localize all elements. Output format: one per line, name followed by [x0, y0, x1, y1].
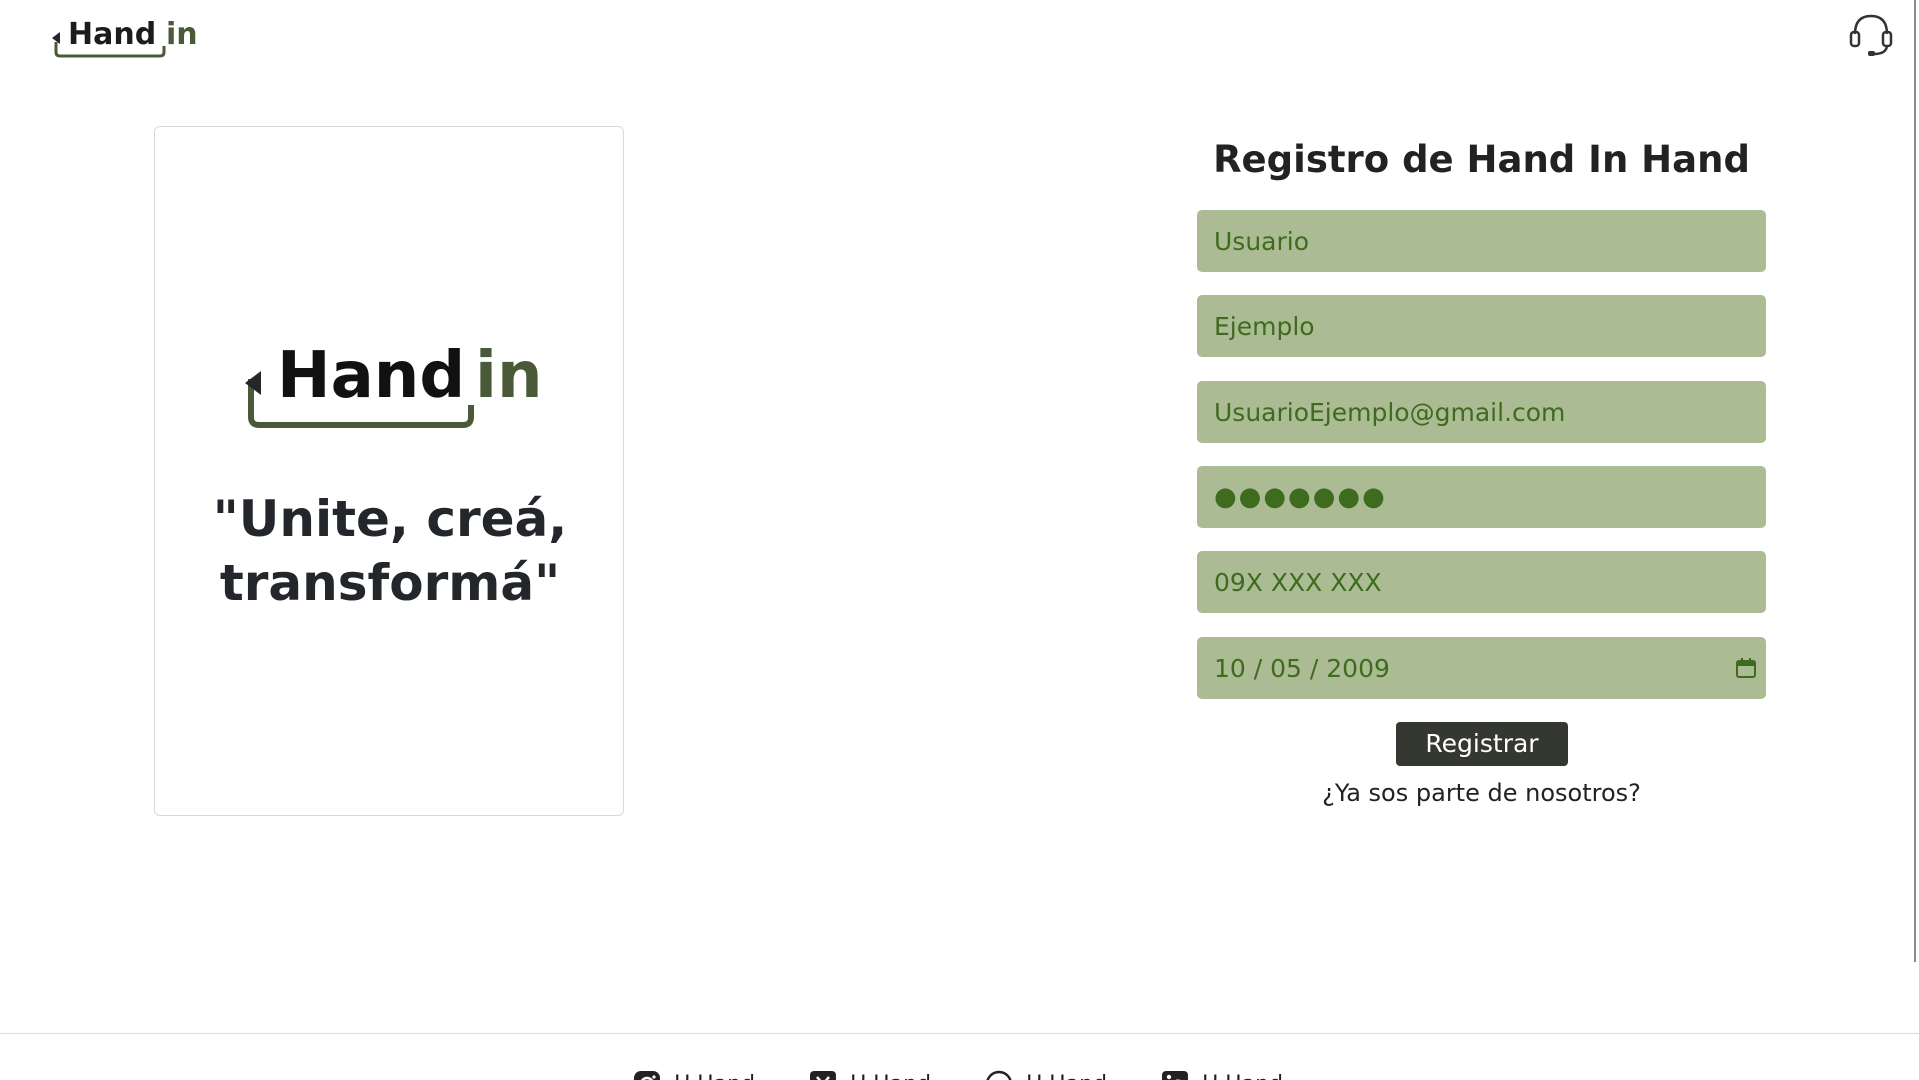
password-field[interactable]: ●●●●●●● — [1197, 466, 1766, 528]
form-title: Registro de Hand In Hand — [1197, 130, 1766, 190]
email-field[interactable]: UsuarioEjemplo@gmail.com — [1197, 381, 1766, 443]
social-x[interactable]: H.Hand — [808, 1069, 984, 1080]
register-button[interactable]: Registrar — [1396, 722, 1568, 766]
name-field[interactable]: Ejemplo — [1197, 295, 1766, 357]
name-value: Ejemplo — [1214, 312, 1315, 341]
linkedin-icon — [1160, 1069, 1190, 1080]
hero-slogan: "Unite, creá, transformá" — [155, 487, 625, 615]
social-instagram[interactable]: H.Hand — [632, 1069, 808, 1080]
username-field[interactable]: Usuario — [1197, 210, 1766, 272]
birthdate-value: 10 / 05 / 2009 — [1214, 654, 1390, 683]
svg-text:Hand: Hand — [277, 339, 465, 413]
hero-logo: Hand in — [243, 327, 543, 437]
username-value: Usuario — [1214, 227, 1309, 256]
whatsapp-icon — [984, 1069, 1014, 1080]
phone-value: 09X XXX XXX — [1214, 568, 1382, 597]
birthdate-field[interactable]: 10 / 05 / 2009 — [1197, 637, 1766, 699]
svg-text:in: in — [475, 339, 543, 413]
hero-card: Hand in "Unite, creá, transformá" — [154, 126, 624, 816]
headset-icon[interactable] — [1846, 8, 1896, 58]
svg-text:in: in — [166, 17, 198, 52]
login-link[interactable]: ¿Ya sos parte de nosotros? — [1197, 776, 1766, 810]
social-linkedin[interactable]: H.Hand — [1160, 1069, 1336, 1080]
registration-form: Registro de Hand In Hand Usuario Ejemplo… — [1197, 130, 1766, 190]
email-value: UsuarioEjemplo@gmail.com — [1214, 398, 1565, 427]
social-links: H.Hand H.Hand H.Hand H.Hand — [632, 1069, 1336, 1080]
header-logo[interactable]: Hand in — [50, 10, 200, 62]
phone-field[interactable]: 09X XXX XXX — [1197, 551, 1766, 613]
calendar-icon[interactable] — [1734, 656, 1758, 680]
header: Hand in — [0, 0, 1919, 80]
footer: H.Hand H.Hand H.Hand H.Hand — [0, 1033, 1919, 1080]
instagram-icon — [632, 1069, 662, 1080]
x-icon — [808, 1069, 838, 1080]
social-whatsapp[interactable]: H.Hand — [984, 1069, 1160, 1080]
handin-logo-large-icon: Hand in — [243, 327, 543, 437]
password-value: ●●●●●●● — [1214, 482, 1387, 512]
svg-text:Hand: Hand — [68, 17, 156, 52]
handin-logo-icon: Hand in — [50, 10, 200, 62]
page-scrollbar[interactable] — [1914, 0, 1916, 962]
